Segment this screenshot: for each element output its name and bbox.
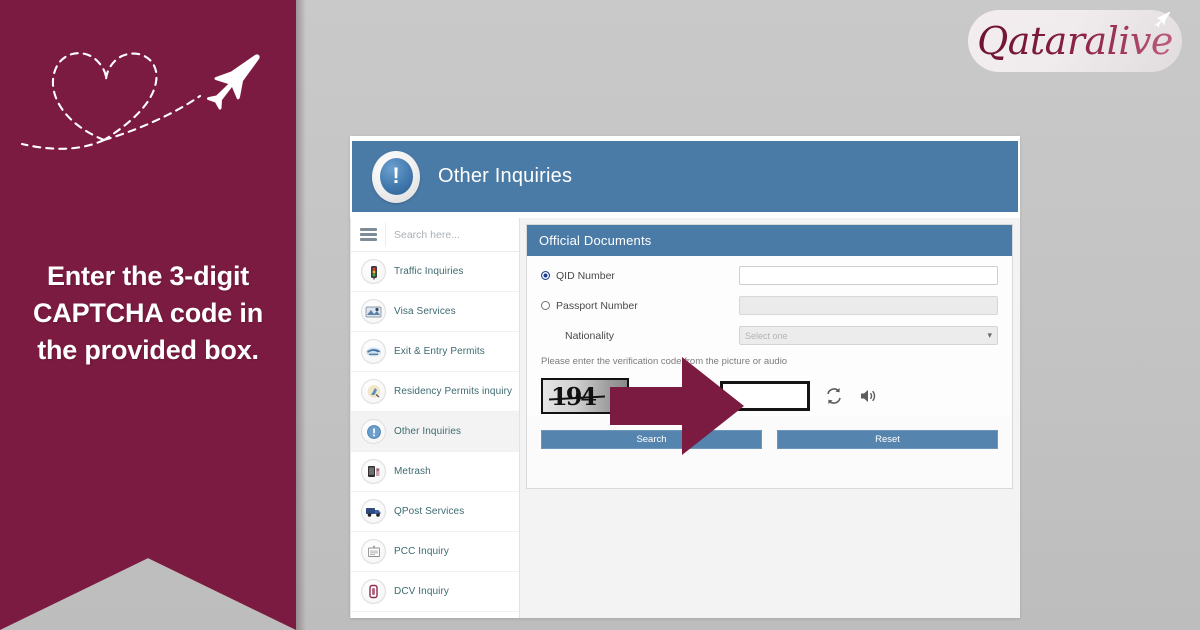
sidebar-item-dcv-inquiry[interactable]: DCV Inquiry <box>351 572 519 612</box>
page-root: Enter the 3-digit CAPTCHA code in the pr… <box>0 0 1200 630</box>
sidebar-item-label: Other Inquiries <box>394 426 462 437</box>
official-documents-panel: Official Documents QID Number Passport N… <box>526 224 1013 489</box>
app-body: Traffic Inquiries Visa Services <box>350 218 1020 618</box>
qid-radio-label[interactable]: QID Number <box>541 270 739 282</box>
sidebar-item-pcc-inquiry[interactable]: PCC Inquiry <box>351 532 519 572</box>
nationality-select[interactable]: Select one ▾ <box>739 326 998 345</box>
action-buttons: Search Reset <box>527 416 1012 449</box>
dashed-heart-flight-path-icon <box>20 52 260 150</box>
verification-hint: Please enter the verification code from … <box>541 356 788 367</box>
sidebar-item-metrash[interactable]: Metrash <box>351 452 519 492</box>
chevron-down-icon: ▾ <box>987 330 992 340</box>
exit-entry-icon <box>361 339 386 364</box>
captcha-image: 194 <box>541 378 629 414</box>
refresh-captcha-icon[interactable] <box>824 386 844 406</box>
logo-airplane-icon <box>1154 11 1170 28</box>
qid-input[interactable] <box>739 266 998 285</box>
sidebar-item-label: Residency Permits inquiry <box>394 386 513 397</box>
speaker-audio-icon[interactable] <box>858 386 878 406</box>
nationality-value: Select one <box>745 330 788 341</box>
brand-logo-text: Qataralive <box>977 19 1173 63</box>
metrash-phone-icon <box>361 459 386 484</box>
sidebar-item-label: PCC Inquiry <box>394 546 450 557</box>
panel-shadow <box>296 0 306 630</box>
traffic-light-icon <box>361 259 386 284</box>
qid-radio[interactable] <box>541 271 550 280</box>
captcha-row: 194 <box>541 376 998 416</box>
exclamation-circle-icon: ! <box>372 150 420 203</box>
divider <box>385 222 386 247</box>
nationality-row: Nationality Select one ▾ <box>541 326 998 345</box>
passport-row: Passport Number <box>541 296 998 315</box>
exclamation-circle-icon <box>361 419 386 444</box>
promo-panel: Enter the 3-digit CAPTCHA code in the pr… <box>0 0 296 630</box>
sidebar-item-label: Traffic Inquiries <box>394 266 464 277</box>
main-content: Official Documents QID Number Passport N… <box>520 218 1020 618</box>
nationality-label-wrap: Nationality <box>541 330 739 342</box>
passport-label: Passport Number <box>556 299 638 312</box>
sidebar-item-exit-entry-permits[interactable]: Exit & Entry Permits <box>351 332 519 372</box>
residency-permit-icon <box>361 379 386 404</box>
sidebar-item-residency-permits-inquiry[interactable]: Residency Permits inquiry <box>351 372 519 412</box>
sidebar-item-qpost-services[interactable]: QPost Services <box>351 492 519 532</box>
search-input[interactable] <box>394 228 504 241</box>
sidebar-item-label: Exit & Entry Permits <box>394 346 485 357</box>
captcha-input[interactable] <box>720 381 810 411</box>
document-verify-icon <box>361 579 386 604</box>
sidebar-item-traffic-inquiries[interactable]: Traffic Inquiries <box>351 252 519 292</box>
sidebar-search-row[interactable] <box>351 218 519 252</box>
qid-label: QID Number <box>556 269 615 282</box>
passport-radio[interactable] <box>541 301 550 310</box>
hamburger-menu-icon[interactable] <box>360 226 377 244</box>
passport-radio-label[interactable]: Passport Number <box>541 300 739 312</box>
search-button[interactable]: Search <box>541 430 762 449</box>
sidebar-item-label: Metrash <box>394 466 431 477</box>
app-header: ! Other Inquiries <box>351 140 1019 213</box>
passport-input[interactable] <box>739 296 998 315</box>
sidebar-item-visa-services[interactable]: Visa Services <box>351 292 519 332</box>
airplane-icon <box>207 54 260 110</box>
app-screenshot: ! Other Inquiries Search here... Traffic… <box>350 136 1020 618</box>
sidebar-item-other-inquiries[interactable]: Other Inquiries <box>351 412 519 452</box>
post-truck-icon <box>361 499 386 524</box>
sidebar-item-label: Visa Services <box>394 306 456 317</box>
app-header-title: Other Inquiries <box>438 165 573 187</box>
qid-row: QID Number <box>541 266 998 285</box>
nationality-label: Nationality <box>565 329 615 342</box>
sidebar: Traffic Inquiries Visa Services <box>350 218 520 618</box>
panel-title: Official Documents <box>527 225 1012 256</box>
sidebar-item-label: DCV Inquiry <box>394 586 450 597</box>
promo-headline: Enter the 3-digit CAPTCHA code in the pr… <box>32 261 263 365</box>
visa-stamp-icon <box>361 299 386 324</box>
sidebar-item-label: QPost Services <box>394 506 465 517</box>
certificate-icon <box>361 539 386 564</box>
reset-button[interactable]: Reset <box>777 430 998 449</box>
